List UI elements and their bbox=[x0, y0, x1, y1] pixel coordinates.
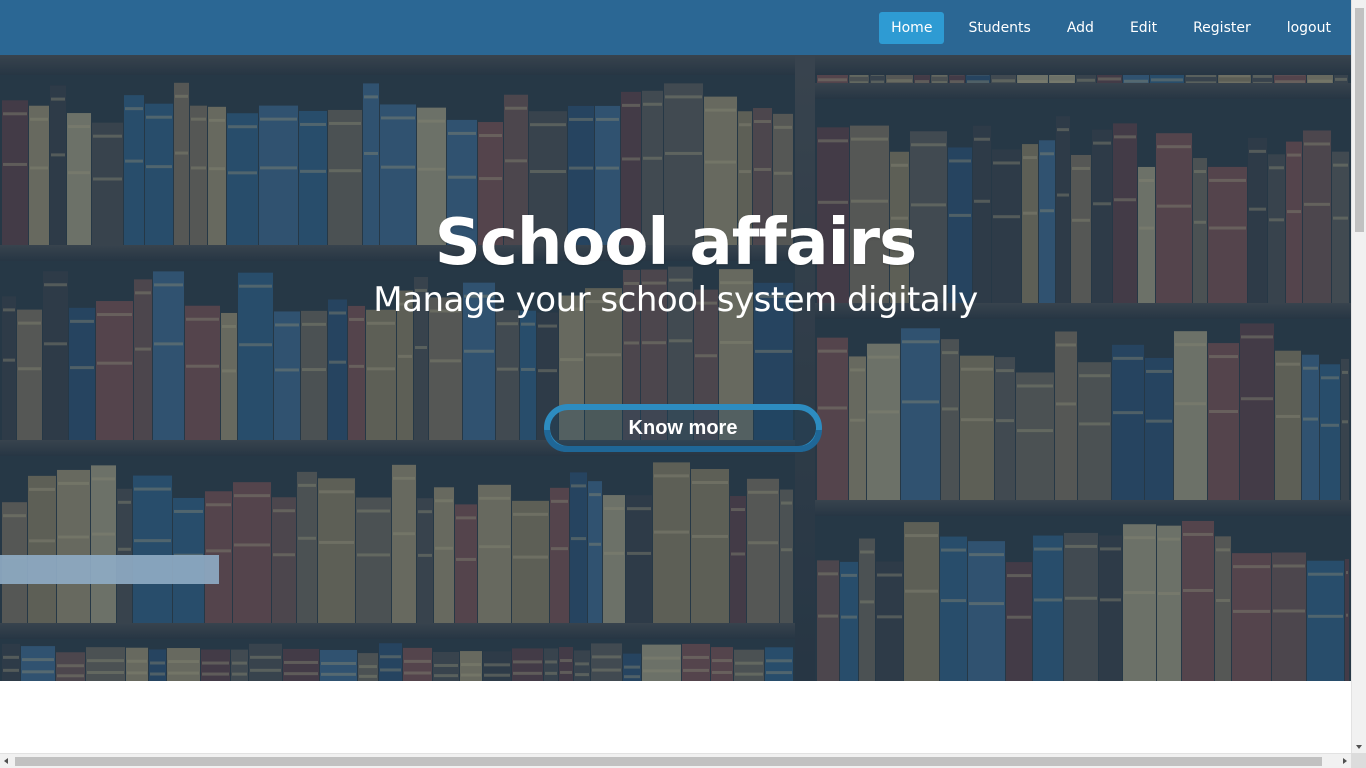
scroll-right-arrow-icon[interactable] bbox=[1343, 757, 1347, 764]
know-more-button[interactable]: Know more bbox=[544, 404, 822, 452]
nav-links: Home Students Add Edit Register logout bbox=[867, 12, 1343, 44]
horizontal-scroll-thumb[interactable] bbox=[15, 757, 1322, 766]
nav-home-link[interactable]: Home bbox=[879, 12, 945, 44]
nav-logout-link[interactable]: logout bbox=[1275, 12, 1343, 44]
page: Home Students Add Edit Register logout S… bbox=[0, 0, 1351, 753]
vertical-scroll-thumb[interactable] bbox=[1355, 8, 1364, 232]
nav-edit-link[interactable]: Edit bbox=[1118, 12, 1169, 44]
hero-overlay bbox=[0, 55, 1351, 681]
nav-register-link[interactable]: Register bbox=[1181, 12, 1263, 44]
top-navbar: Home Students Add Edit Register logout bbox=[0, 0, 1351, 55]
scroll-down-arrow-icon[interactable] bbox=[1356, 745, 1362, 749]
side-panel-tab[interactable] bbox=[0, 555, 219, 584]
vertical-scrollbar[interactable] bbox=[1351, 0, 1366, 753]
nav-add-link[interactable]: Add bbox=[1055, 12, 1106, 44]
hero-section: School affairs Manage your school system… bbox=[0, 55, 1351, 681]
scroll-left-arrow-icon[interactable] bbox=[4, 757, 8, 764]
horizontal-scrollbar[interactable] bbox=[0, 753, 1351, 768]
hero-subtitle: Manage your school system digitally bbox=[373, 280, 978, 320]
scrollbar-corner bbox=[1351, 753, 1366, 768]
nav-students-link[interactable]: Students bbox=[956, 12, 1042, 44]
